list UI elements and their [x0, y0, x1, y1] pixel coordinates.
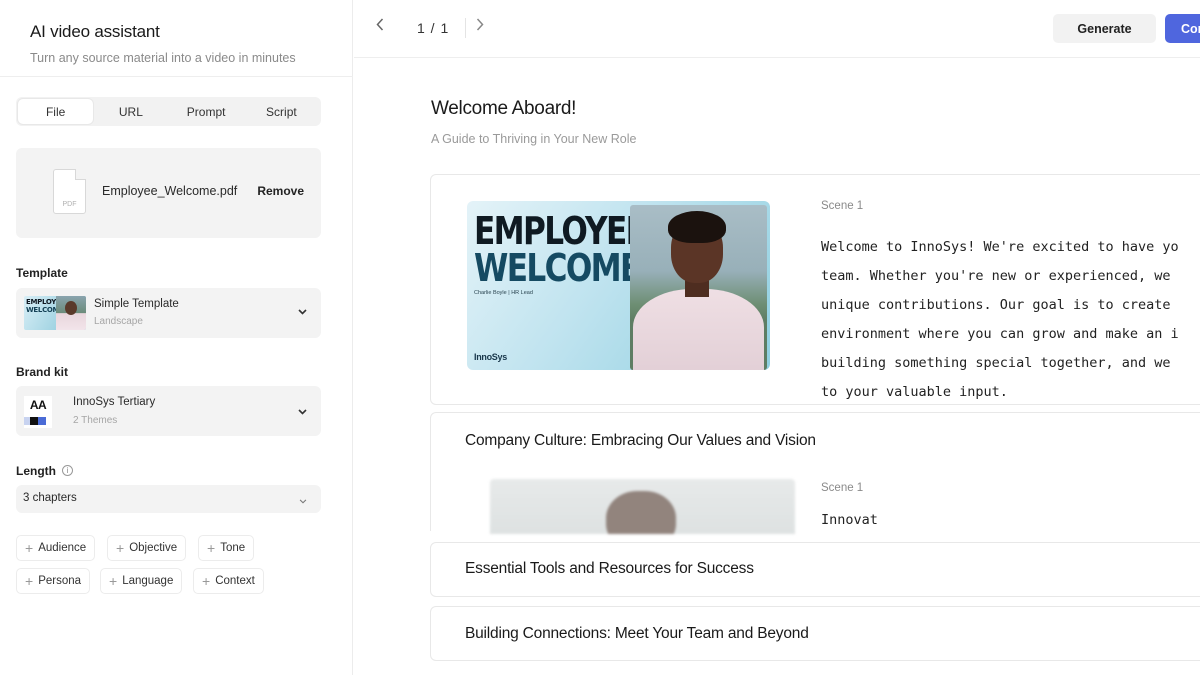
tab-prompt[interactable]: Prompt [169, 99, 244, 124]
plus-icon: + [109, 573, 118, 589]
add-objective-button[interactable]: + Objective [107, 535, 187, 561]
template-label: Template [16, 266, 68, 280]
thumbnail-caption: Charlie Boyle | HR Lead [474, 290, 533, 296]
add-context-button[interactable]: + Context [193, 568, 264, 594]
tab-url[interactable]: URL [93, 99, 168, 124]
tab-script[interactable]: Script [244, 99, 319, 124]
plus-icon: + [25, 540, 34, 556]
chapter-title: Building Connections: Meet Your Team and… [465, 625, 809, 642]
tab-file[interactable]: File [18, 99, 94, 124]
sidebar-title: AI video assistant [30, 22, 160, 41]
length-select[interactable]: 3 chapters [16, 485, 321, 513]
scene-card[interactable]: EMPLOYEE WELCOME Charlie Boyle | HR Lead… [430, 174, 1200, 405]
file-name: Employee_Welcome.pdf [102, 184, 238, 198]
pdf-file-icon: PDF [53, 169, 86, 214]
divider [465, 18, 466, 38]
template-name: Simple Template [94, 298, 179, 310]
thumbnail-heading-2: WELCOME [474, 246, 641, 290]
scene-label: Scene 1 [821, 482, 864, 494]
template-thumbnail: EMPLOYEE WELCOME [24, 296, 86, 330]
page-subtitle: A Guide to Thriving in Your New Role [431, 132, 637, 146]
sidebar-header: AI video assistant Turn any source mater… [30, 22, 296, 65]
previous-page-icon[interactable] [376, 18, 384, 36]
innosys-logo: InnoSys [474, 352, 507, 362]
next-page-icon[interactable] [476, 18, 484, 36]
source-tabs: File URL Prompt Script [16, 97, 321, 126]
presenter-avatar [630, 205, 767, 370]
brand-kit-themes: 2 Themes [73, 415, 118, 426]
scene-script[interactable]: Innovat [821, 512, 878, 528]
brand-kit-select[interactable]: AA InnoSys Tertiary 2 Themes [16, 386, 321, 436]
chapter-title: Company Culture: Embracing Our Values an… [465, 432, 816, 449]
plus-icon: + [202, 573, 211, 589]
uploaded-file-card: PDF Employee_Welcome.pdf Remove [16, 148, 321, 238]
sidebar: AI video assistant Turn any source mater… [0, 0, 353, 675]
info-icon[interactable]: i [62, 465, 73, 476]
template-orientation: Landscape [94, 316, 143, 327]
scene-thumbnail[interactable]: EMPLOYEE WELCOME Charlie Boyle | HR Lead… [467, 201, 770, 370]
chapter-card[interactable]: Company Culture: Embracing Our Values an… [430, 412, 1200, 534]
add-audience-button[interactable]: + Audience [16, 535, 96, 561]
add-tone-button[interactable]: + Tone [198, 535, 255, 561]
template-select[interactable]: EMPLOYEE WELCOME Simple Template Landsca… [16, 288, 321, 338]
page-indicator: 1 / 1 [417, 20, 450, 36]
scene-thumbnail [490, 479, 795, 534]
scene-script[interactable]: Welcome to InnoSys! We're excited to hav… [821, 233, 1200, 407]
sidebar-subtitle: Turn any source material into a video in… [30, 51, 296, 65]
scene-label: Scene 1 [821, 200, 864, 212]
continue-button[interactable]: Con [1165, 14, 1200, 43]
plus-icon: + [116, 540, 125, 556]
page-title: Welcome Aboard! [431, 98, 577, 119]
brand-kit-thumbnail: AA [24, 396, 52, 428]
top-bar: 1 / 1 Generate Con [354, 0, 1200, 58]
add-persona-button[interactable]: + Persona [16, 568, 91, 594]
chevron-down-icon [299, 495, 307, 507]
length-value: 3 chapters [23, 492, 77, 504]
chapter-card[interactable]: Building Connections: Meet Your Team and… [430, 606, 1200, 661]
length-label: Length [16, 464, 56, 478]
divider [0, 76, 353, 77]
add-language-button[interactable]: + Language [100, 568, 183, 594]
chevron-down-icon [298, 306, 307, 318]
chevron-down-icon [298, 406, 307, 418]
remove-file-button[interactable]: Remove [257, 184, 304, 198]
generate-button[interactable]: Generate [1053, 14, 1156, 43]
chapter-title: Essential Tools and Resources for Succes… [465, 560, 754, 577]
plus-icon: + [25, 573, 34, 589]
chapter-card[interactable]: Essential Tools and Resources for Succes… [430, 542, 1200, 597]
brand-kit-label: Brand kit [16, 365, 69, 379]
brand-kit-name: InnoSys Tertiary [73, 396, 156, 408]
plus-icon: + [207, 540, 216, 556]
